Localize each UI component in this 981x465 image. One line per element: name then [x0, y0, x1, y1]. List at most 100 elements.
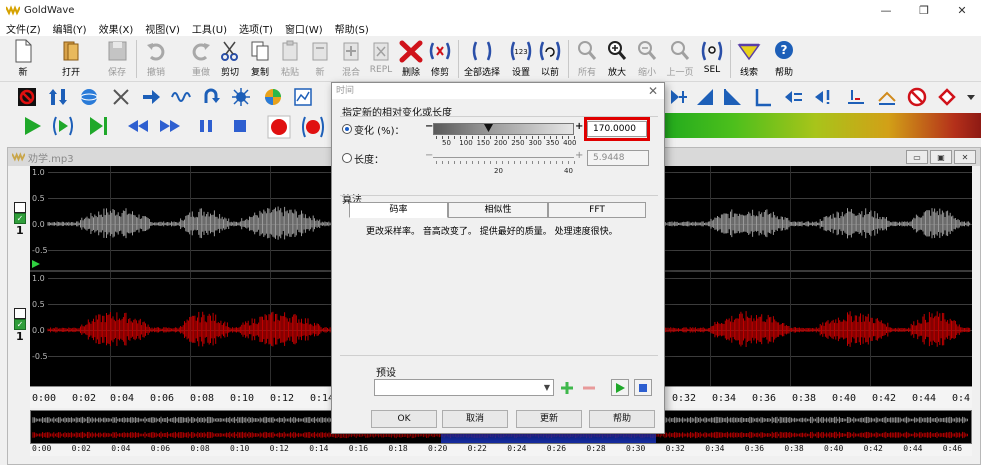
- volume-effect-button[interactable]: [47, 86, 69, 108]
- time-label: 0:10: [230, 393, 255, 404]
- length-value-field[interactable]: 5.9448: [587, 150, 649, 166]
- redo-icon: [192, 43, 210, 61]
- offset-button[interactable]: [845, 86, 867, 108]
- menu-help[interactable]: 帮助(S): [329, 21, 375, 36]
- diamond-button[interactable]: [936, 86, 958, 108]
- record-button[interactable]: [266, 114, 292, 140]
- fade-in-button[interactable]: [694, 86, 716, 108]
- rewind-button[interactable]: [126, 114, 150, 138]
- help-toolbar-button[interactable]: ? 帮助: [769, 36, 799, 82]
- ok-button[interactable]: OK: [371, 410, 437, 428]
- reverse-button[interactable]: [782, 86, 804, 108]
- menu-window[interactable]: 窗口(W): [279, 21, 329, 36]
- restore-button[interactable]: ❐: [905, 0, 943, 20]
- new-paste-button[interactable]: 新: [305, 36, 335, 82]
- remove-preset-button[interactable]: [580, 379, 598, 396]
- length-minus-button[interactable]: −: [425, 150, 433, 161]
- tab-similarity[interactable]: 相似性: [448, 202, 548, 218]
- channel-2-enable-box[interactable]: [14, 308, 26, 319]
- stop-record-effect-button[interactable]: [16, 86, 38, 108]
- balance-effect-button[interactable]: [78, 86, 100, 108]
- channel-2-check[interactable]: ✓: [14, 319, 26, 330]
- open-button[interactable]: 打开: [56, 36, 86, 82]
- ch1-label-1: 1.0: [32, 168, 45, 177]
- play-button[interactable]: [20, 114, 44, 138]
- wave-effect-button[interactable]: [170, 86, 192, 108]
- preset-dropdown[interactable]: ▼: [374, 379, 554, 396]
- more-effects-button[interactable]: [960, 86, 981, 108]
- minimize-button[interactable]: —: [867, 0, 905, 20]
- menu-view[interactable]: 视图(V): [139, 21, 186, 36]
- stop-button[interactable]: [228, 114, 252, 138]
- menu-tools[interactable]: 工具(U): [186, 21, 233, 36]
- length-radio[interactable]: [342, 153, 352, 163]
- redo-button[interactable]: 重做: [186, 36, 216, 82]
- preview-play-button[interactable]: [611, 379, 629, 396]
- doc-maximize-button[interactable]: ▣: [930, 150, 952, 164]
- fade-out-button[interactable]: [722, 86, 744, 108]
- all-button[interactable]: 所有: [572, 36, 602, 82]
- dialog-help-button[interactable]: 帮助: [589, 410, 655, 428]
- echo-effect-button[interactable]: [200, 86, 222, 108]
- eq-effect-button[interactable]: [262, 86, 284, 108]
- menu-edit[interactable]: 编辑(Y): [47, 21, 93, 36]
- silence-start-button[interactable]: [752, 86, 774, 108]
- menu-file[interactable]: 文件(Z): [0, 21, 47, 36]
- chevron-down-icon: [967, 95, 975, 100]
- undo-button[interactable]: 撤销: [141, 36, 171, 82]
- paste-button[interactable]: 粘贴: [275, 36, 305, 82]
- doc-minimize-button[interactable]: ▭: [906, 150, 928, 164]
- menu-options[interactable]: 选项(T): [233, 21, 279, 36]
- copy-button[interactable]: 复制: [245, 36, 275, 82]
- change-slider[interactable]: [433, 123, 574, 135]
- mix-button[interactable]: 混合: [336, 36, 366, 82]
- channel-1-check[interactable]: ✓: [14, 213, 26, 224]
- cue-button[interactable]: 线索: [734, 36, 764, 82]
- delete-button[interactable]: 删除: [396, 36, 426, 82]
- zoom-in-button[interactable]: 放大: [602, 36, 632, 82]
- zoom-selection-icon: [701, 41, 723, 61]
- dialog-close-button[interactable]: ✕: [648, 83, 658, 99]
- select-all-button[interactable]: 全部选择: [464, 36, 500, 82]
- close-button[interactable]: ✕: [943, 0, 981, 20]
- record-selection-button[interactable]: [300, 114, 326, 140]
- channel-1-enable-box[interactable]: [14, 202, 26, 213]
- doppler-button[interactable]: [876, 86, 898, 108]
- change-plus-button[interactable]: +: [575, 121, 583, 132]
- previous-selection-button[interactable]: 以前: [535, 36, 565, 82]
- replace-button[interactable]: REPL: [366, 36, 396, 82]
- new-button[interactable]: 新: [8, 36, 38, 82]
- wave-icon: [171, 92, 191, 102]
- cut-button[interactable]: 剪切: [215, 36, 245, 82]
- fast-forward-button[interactable]: [158, 114, 182, 138]
- noise-effect-button[interactable]: [110, 86, 132, 108]
- zoom-out-button[interactable]: 缩小: [632, 36, 662, 82]
- save-button[interactable]: 保存: [102, 36, 132, 82]
- play-to-end-button[interactable]: [86, 114, 110, 138]
- filter-effect-button[interactable]: [230, 86, 252, 108]
- play-selection-button[interactable]: [50, 114, 76, 138]
- change-radio[interactable]: [342, 124, 352, 134]
- change-scale-label: 350: [545, 139, 560, 147]
- record-selection-icon: [302, 116, 324, 138]
- pitch-effect-button[interactable]: [140, 86, 162, 108]
- set-button[interactable]: 123 设置: [506, 36, 536, 82]
- marker-effect-button[interactable]: [668, 86, 690, 108]
- previous-page-button[interactable]: 上一页: [665, 36, 695, 82]
- sel-button[interactable]: SEL: [697, 36, 727, 82]
- length-plus-button[interactable]: +: [575, 150, 583, 161]
- menu-effects[interactable]: 效果(X): [93, 21, 140, 36]
- add-preset-button[interactable]: [558, 379, 576, 396]
- mute-button[interactable]: [906, 86, 928, 108]
- update-button[interactable]: 更新: [516, 410, 582, 428]
- length-slider[interactable]: [433, 157, 574, 158]
- doc-close-button[interactable]: ✕: [954, 150, 976, 164]
- preview-stop-button[interactable]: [634, 379, 652, 396]
- tab-rate[interactable]: 码率: [349, 202, 448, 218]
- spectrum-effect-button[interactable]: [292, 86, 314, 108]
- cancel-button[interactable]: 取消: [442, 410, 508, 428]
- invert-button[interactable]: [812, 86, 834, 108]
- tab-fft[interactable]: FFT: [548, 202, 646, 218]
- pause-button[interactable]: [194, 114, 218, 138]
- trim-button[interactable]: 修剪: [425, 36, 455, 82]
